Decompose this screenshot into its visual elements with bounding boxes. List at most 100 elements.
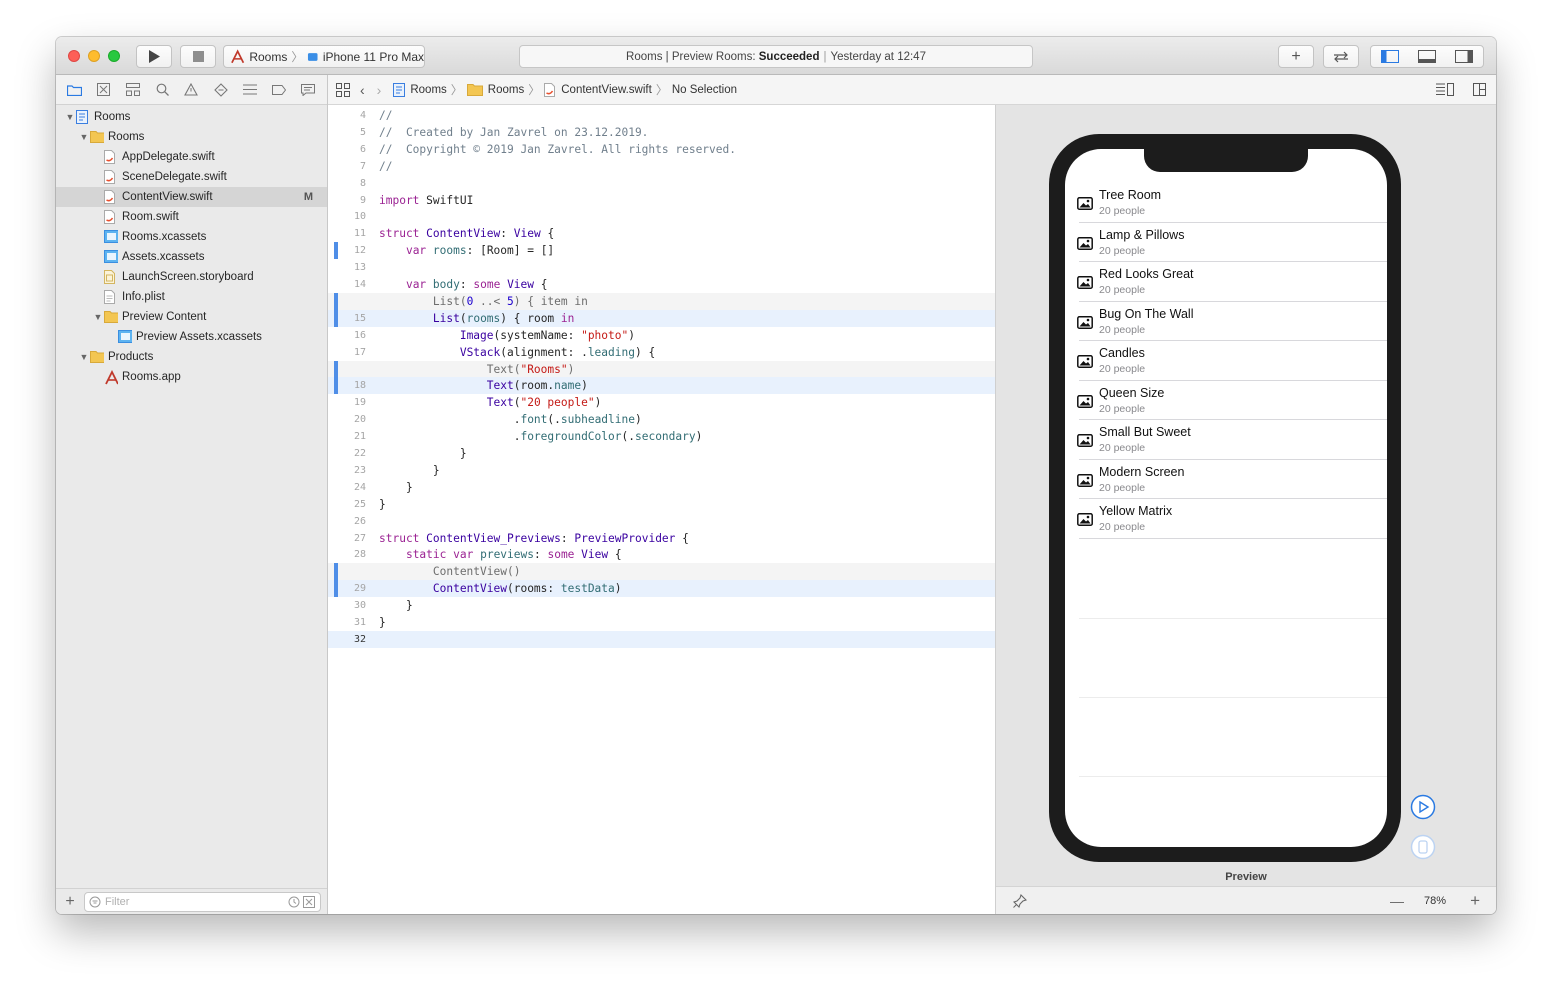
code-line[interactable]: 6 // Copyright © 2019 Jan Zavrel. All rig… (328, 141, 995, 158)
stop-button[interactable] (180, 45, 216, 68)
code-line[interactable]: 29 ContentView(rooms: testData) (328, 580, 995, 598)
inspector-toggle-icon[interactable] (1455, 50, 1474, 63)
code-line[interactable]: 11 struct ContentView: View { (328, 225, 995, 242)
code-line[interactable]: 28 static var previews: some View { (328, 546, 995, 563)
code-line[interactable]: 8 (328, 175, 995, 192)
room-list-row[interactable]: Red Looks Great 20 people (1065, 262, 1387, 302)
disclosure-triangle-icon[interactable]: ▼ (64, 111, 76, 123)
room-list-row[interactable]: Candles 20 people (1065, 341, 1387, 381)
code-line[interactable]: 14 var body: some View { (328, 276, 995, 293)
code-line[interactable]: 25} (328, 496, 995, 513)
code-line[interactable]: 18 Text(room.name) (328, 377, 995, 395)
filter-input[interactable]: Filter (84, 891, 321, 912)
navigator-item[interactable]: ▼ Preview Content (56, 307, 327, 327)
navigator-item[interactable]: ▼ Products (56, 347, 327, 367)
diff-removed-line[interactable]: Text("Rooms") (328, 360, 995, 378)
code-line[interactable]: 24 } (328, 479, 995, 496)
minimize-window-button[interactable] (88, 50, 100, 62)
room-list-row[interactable]: Tree Room 20 people (1065, 183, 1387, 223)
source-editor[interactable]: 4 // 5 // Created by Jan Zavrel on 23.12.20… (328, 105, 996, 914)
code-line[interactable]: 17 VStack(alignment: .leading) { (328, 344, 995, 361)
scm-filter-icon[interactable] (303, 895, 315, 908)
add-editor-icon[interactable] (1473, 83, 1486, 96)
folder-nav-icon[interactable] (67, 82, 83, 98)
room-list-row[interactable]: Bug On The Wall 20 people (1065, 302, 1387, 341)
change-indicator[interactable] (334, 563, 338, 598)
disclosure-triangle-icon[interactable]: ▼ (78, 131, 90, 143)
code-line[interactable]: 10 (328, 208, 995, 225)
debug-area-toggle-icon[interactable] (1417, 50, 1436, 63)
navigator-item[interactable]: ContentView.swift M (56, 187, 327, 207)
navigator-item[interactable]: SceneDelegate.swift (56, 167, 327, 187)
disclosure-triangle-icon[interactable]: ▼ (92, 311, 104, 323)
code-line[interactable]: 12 var rooms: [Room] = [] (328, 242, 995, 259)
breadcrumb-file[interactable]: ContentView.swift (544, 82, 652, 97)
add-file-button[interactable]: + (56, 893, 84, 911)
code-line[interactable]: 22 } (328, 445, 995, 462)
zoom-window-button[interactable] (108, 50, 120, 62)
code-review-button[interactable] (1323, 45, 1359, 68)
zoom-in-button[interactable]: + (1470, 891, 1480, 911)
navigator-item[interactable]: Preview Assets.xcassets (56, 327, 327, 347)
code-line[interactable]: 26 (328, 513, 995, 530)
zoom-out-button[interactable]: — (1390, 893, 1404, 909)
back-button[interactable]: ‹ (360, 82, 365, 98)
symbol-nav-icon[interactable] (125, 82, 141, 98)
navigator-item[interactable]: Assets.xcassets (56, 247, 327, 267)
debug-nav-icon[interactable] (242, 82, 258, 98)
test-diamond-icon[interactable] (213, 82, 229, 98)
search-icon[interactable] (154, 82, 170, 98)
breakpoint-icon[interactable] (271, 82, 287, 98)
code-line[interactable]: 21 .foregroundColor(.secondary) (328, 428, 995, 445)
recent-clock-icon[interactable] (288, 896, 300, 908)
preview-screen[interactable]: Tree Room 20 people Lamp & Pillows 20 peopl… (1065, 149, 1387, 847)
navigator-item[interactable]: ▼ Rooms (56, 107, 327, 127)
navigator-item[interactable]: LaunchScreen.storyboard (56, 267, 327, 287)
change-indicator[interactable] (334, 292, 338, 327)
related-items-icon[interactable] (336, 82, 350, 97)
navigator-item[interactable]: AppDelegate.swift (56, 147, 327, 167)
disclosure-triangle-icon[interactable]: ▼ (78, 351, 90, 363)
breadcrumb-group[interactable]: Rooms (466, 83, 524, 96)
library-button[interactable]: + (1278, 45, 1314, 68)
navigator-item[interactable]: Rooms.app (56, 367, 327, 387)
code-line[interactable]: 19 Text("20 people") (328, 394, 995, 411)
room-list-row[interactable]: Queen Size 20 people (1065, 381, 1387, 420)
code-line[interactable]: 13 (328, 259, 995, 276)
editor-options-icon[interactable] (1436, 83, 1454, 96)
preview-on-device-icon[interactable] (1410, 834, 1436, 860)
breadcrumb-project[interactable]: Rooms (393, 82, 447, 97)
scheme-selector[interactable]: Rooms 〉 iPhone 11 Pro Max (223, 45, 425, 68)
navigator-toggle-icon[interactable] (1380, 50, 1399, 63)
code-line[interactable]: 32 (328, 630, 995, 648)
diff-removed-line[interactable]: List(0 ..< 5) { item in (328, 292, 995, 310)
issue-warning-icon[interactable] (183, 82, 199, 98)
close-window-button[interactable] (68, 50, 80, 62)
room-list-row[interactable]: Lamp & Pillows 20 people (1065, 223, 1387, 262)
navigator-item[interactable]: Info.plist (56, 287, 327, 307)
code-line[interactable]: 16 Image(systemName: "photo") (328, 327, 995, 344)
navigator-item[interactable]: ▼ Rooms (56, 127, 327, 147)
room-list-row[interactable]: Small But Sweet 20 people (1065, 420, 1387, 460)
code-line[interactable]: 23 } (328, 462, 995, 479)
source-control-nav-icon[interactable] (96, 82, 112, 98)
diff-removed-line[interactable]: ContentView() (328, 563, 995, 581)
room-list-row[interactable]: Yellow Matrix 20 people (1065, 499, 1387, 539)
code-line[interactable]: 7 // (328, 158, 995, 175)
pin-icon[interactable] (1013, 893, 1027, 908)
change-indicator[interactable] (334, 242, 338, 260)
code-line[interactable]: 4 // (328, 107, 995, 124)
breadcrumb-symbol[interactable]: No Selection (672, 84, 737, 96)
code-line[interactable]: 15 List(rooms) { room in (328, 309, 995, 327)
forward-button[interactable]: › (377, 82, 382, 98)
change-indicator[interactable] (334, 360, 338, 395)
room-list-row[interactable]: Modern Screen 20 people (1065, 460, 1387, 499)
report-icon[interactable] (300, 82, 316, 98)
live-preview-play-icon[interactable] (1410, 794, 1436, 820)
code-line[interactable]: 31} (328, 614, 995, 631)
code-line[interactable]: 30 } (328, 597, 995, 614)
navigator-item[interactable]: Rooms.xcassets (56, 227, 327, 247)
code-line[interactable]: 20 .font(.subheadline) (328, 411, 995, 428)
navigator-item[interactable]: Room.swift (56, 207, 327, 227)
run-button[interactable] (136, 45, 172, 68)
